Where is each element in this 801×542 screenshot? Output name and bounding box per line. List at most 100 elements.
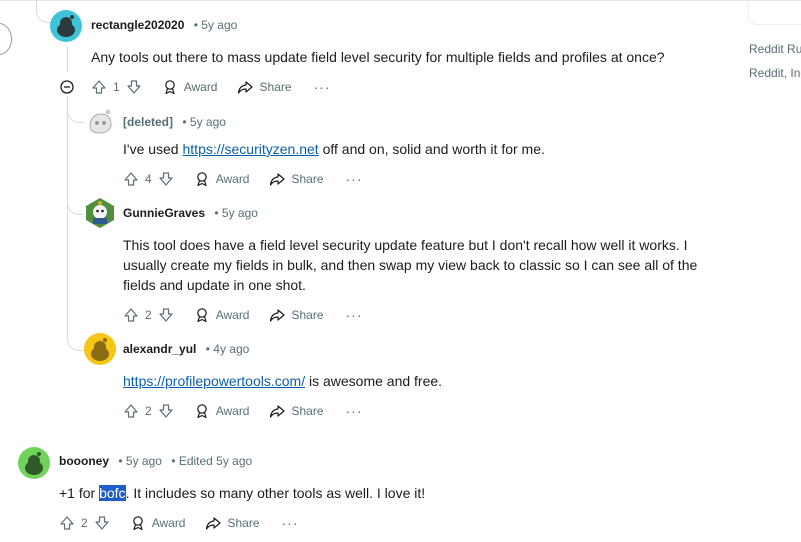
award-icon <box>132 516 143 531</box>
body-link[interactable]: https://securityzen.net <box>183 141 319 157</box>
comment-actions: 2 Award Share ··· <box>59 513 299 533</box>
author-name[interactable]: GunnieGraves <box>123 206 205 220</box>
timestamp[interactable]: 5y ago <box>222 206 258 220</box>
downvote-icon[interactable] <box>158 171 174 187</box>
vote-count: 2 <box>145 404 152 418</box>
top-divider <box>0 0 801 1</box>
comment-meta: GunnieGraves • 5y ago <box>123 205 258 221</box>
award-icon <box>196 404 207 419</box>
timestamp[interactable]: 5y ago <box>201 18 237 32</box>
thread-connector <box>67 330 84 351</box>
share-button[interactable]: Share <box>269 403 324 419</box>
back-control[interactable] <box>0 23 12 55</box>
share-label: Share <box>291 404 324 418</box>
share-icon <box>270 405 286 418</box>
award-label: Award <box>215 172 250 186</box>
thread-connector <box>67 198 84 215</box>
sidebar-card <box>748 0 801 25</box>
award-button[interactable]: Award <box>194 403 250 419</box>
share-button[interactable]: Share <box>237 79 292 95</box>
footer-link-rules[interactable]: Reddit Ru <box>749 42 801 56</box>
more-options-icon[interactable]: ··· <box>346 403 363 419</box>
comment-meta: rectangle202020 • 5y ago <box>91 17 237 33</box>
downvote-icon[interactable] <box>126 79 142 95</box>
comment-body: https://profilepowertools.com/ is awesom… <box>123 371 442 391</box>
award-label: Award <box>215 308 250 322</box>
avatar[interactable] <box>50 10 82 42</box>
more-options-icon[interactable]: ··· <box>346 171 363 187</box>
share-button[interactable]: Share <box>269 171 324 187</box>
vote-count: 2 <box>145 308 152 322</box>
downvote-icon[interactable] <box>158 307 174 323</box>
separator-dot: • <box>118 454 123 468</box>
separator-dot: • <box>205 342 210 356</box>
separator-dot: • <box>171 454 176 468</box>
thread-line[interactable] <box>67 96 68 336</box>
separator-dot: • <box>182 115 187 129</box>
share-icon <box>270 173 286 186</box>
selected-text[interactable]: bofc <box>99 485 126 501</box>
upvote-icon[interactable] <box>123 307 139 323</box>
thread-connector <box>67 108 84 123</box>
comment-actions: 4 Award Share ··· <box>123 169 363 189</box>
comment-body: I've used https://securityzen.net off an… <box>123 139 545 159</box>
author-name[interactable]: boooney <box>59 454 109 468</box>
award-label: Award <box>151 516 186 530</box>
body-link[interactable]: https://profilepowertools.com/ <box>123 373 305 389</box>
body-text: off and on, solid and worth it for me. <box>318 141 545 157</box>
avatar[interactable] <box>18 447 50 479</box>
share-icon <box>206 517 222 530</box>
upvote-icon[interactable] <box>123 171 139 187</box>
avatar[interactable] <box>84 106 116 138</box>
award-button[interactable]: Award <box>130 515 186 531</box>
edited-label: Edited 5y ago <box>178 454 253 468</box>
upvote-icon[interactable] <box>91 79 107 95</box>
downvote-icon[interactable] <box>158 403 174 419</box>
award-label: Award <box>215 404 250 418</box>
share-button[interactable]: Share <box>205 515 260 531</box>
author-name: [deleted] <box>123 115 174 129</box>
body-text: . It includes so many other tools as wel… <box>125 485 426 501</box>
collapse-thread-icon[interactable] <box>60 80 74 94</box>
comment-body: +1 for bofc. It includes so many other t… <box>59 483 425 503</box>
vote-count: 2 <box>81 516 88 530</box>
award-icon <box>196 172 207 187</box>
body-line: fields and update in one shot. <box>123 277 306 293</box>
downvote-icon[interactable] <box>94 515 110 531</box>
comment-meta: boooney • 5y ago • Edited 5y ago <box>59 453 252 469</box>
award-button[interactable]: Award <box>194 171 250 187</box>
upvote-icon[interactable] <box>123 403 139 419</box>
award-label: Award <box>183 80 218 94</box>
timestamp[interactable]: 5y ago <box>126 454 162 468</box>
body-text: +1 for <box>59 485 100 501</box>
body-line: This tool does have a field level securi… <box>123 237 688 253</box>
share-label: Share <box>291 172 324 186</box>
avatar[interactable] <box>84 197 116 229</box>
author-name[interactable]: alexandr_yul <box>123 342 196 356</box>
share-icon <box>238 81 254 94</box>
award-button[interactable]: Award <box>162 79 218 95</box>
timestamp[interactable]: 4y ago <box>213 342 249 356</box>
avatar[interactable] <box>84 333 116 365</box>
upvote-icon[interactable] <box>59 515 75 531</box>
award-icon <box>196 308 207 323</box>
more-options-icon[interactable]: ··· <box>346 307 363 323</box>
body-text: I've used <box>123 141 183 157</box>
vote-count: 4 <box>145 172 152 186</box>
share-icon <box>270 309 286 322</box>
share-button[interactable]: Share <box>269 307 324 323</box>
timestamp[interactable]: 5y ago <box>190 115 226 129</box>
footer-link-reddit-inc[interactable]: Reddit, Inc <box>749 66 801 80</box>
more-options-icon[interactable]: ··· <box>314 79 331 95</box>
thread-line[interactable] <box>67 46 68 72</box>
body-text: is awesome and free. <box>305 373 443 389</box>
thread-connector <box>36 0 51 23</box>
comment-meta: [deleted] • 5y ago <box>123 114 226 130</box>
share-label: Share <box>291 308 324 322</box>
more-options-icon[interactable]: ··· <box>282 515 299 531</box>
separator-dot: • <box>193 18 198 32</box>
separator-dot: • <box>214 206 219 220</box>
award-button[interactable]: Award <box>194 307 250 323</box>
author-name[interactable]: rectangle202020 <box>91 18 184 32</box>
comment-meta: alexandr_yul • 4y ago <box>123 341 249 357</box>
